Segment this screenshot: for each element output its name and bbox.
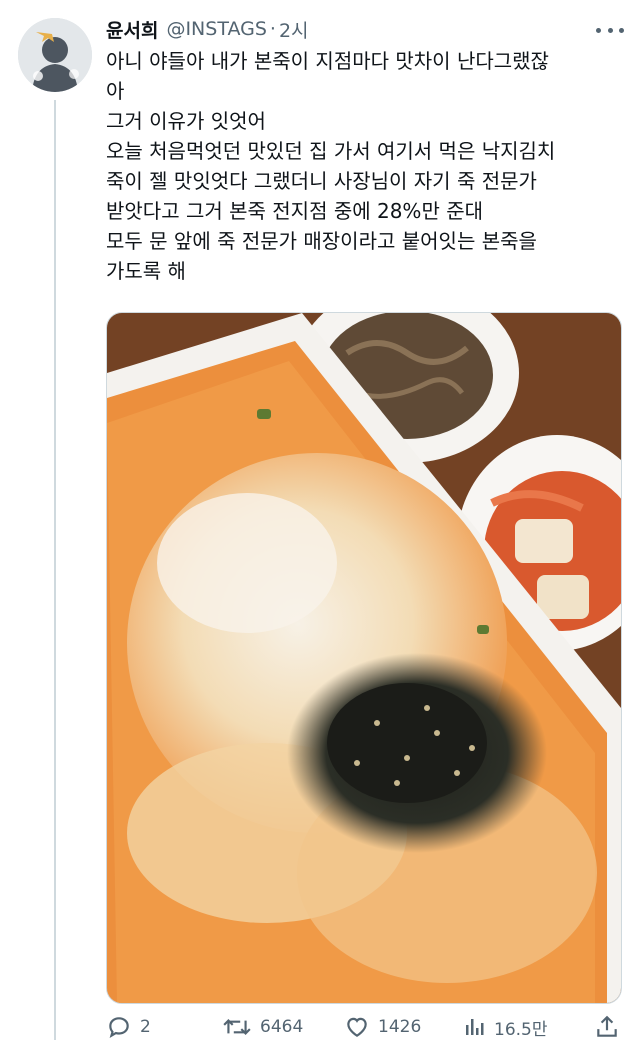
porridge-photo <box>107 313 621 1003</box>
action-bar: 2 6464 1426 16.5만 <box>106 1008 626 1046</box>
tweet-photo[interactable] <box>106 312 622 1004</box>
like-count: 1426 <box>378 1017 422 1037</box>
tweet-text-line: 아니 야들아 내가 본죽이 지점마다 맛차이 난다그랬잖 <box>106 49 549 73</box>
like-button[interactable]: 1426 <box>344 1008 421 1046</box>
retweet-button[interactable]: 6464 <box>222 1008 303 1046</box>
reply-button[interactable]: 2 <box>106 1008 151 1046</box>
tweet-text-line: 그거 이유가 잇엇어 <box>106 109 266 133</box>
views-button[interactable]: 16.5만 <box>462 1008 548 1046</box>
views-count: 16.5만 <box>494 1019 548 1040</box>
share-icon <box>597 1015 617 1037</box>
tweet-text-line: 죽이 젤 맛잇엇다 그랬더니 사장님이 자기 죽 전문가 <box>106 169 537 193</box>
tweet-text-line: 모두 문 앞에 죽 전문가 매장이라고 붙어잇는 본죽을 <box>106 229 537 253</box>
tweet-text-line: 오늘 처음먹엇던 맛있던 집 가서 여기서 먹은 낙지김치 <box>106 139 556 163</box>
separator-dot: · <box>269 18 276 40</box>
reply-count: 2 <box>140 1017 151 1037</box>
avatar[interactable] <box>18 18 92 92</box>
author-name[interactable]: 윤서희 <box>106 16 158 43</box>
thread-line <box>54 100 56 1040</box>
tweet-text: 아니 야들아 내가 본죽이 지점마다 맛차이 난다그랬잖 아 그거 이유가 잇엇… <box>106 46 616 286</box>
tweet: 윤서희 @INSTAGS · 2시 아니 야들아 내가 본죽이 지점마다 맛차이… <box>0 0 640 1053</box>
tweet-text-line: 받앗다고 그거 본죽 전지점 중에 28%만 준대 <box>106 199 483 223</box>
tweet-text-line: 가도록 해 <box>106 259 186 283</box>
avatar-image <box>18 18 92 92</box>
views-icon <box>466 1019 484 1035</box>
reply-icon <box>109 1017 129 1038</box>
retweet-count: 6464 <box>260 1017 304 1037</box>
like-icon <box>347 1017 367 1037</box>
tweet-header: 윤서희 @INSTAGS · 2시 <box>106 14 309 44</box>
tweet-text-line: 아 <box>106 79 125 103</box>
more-icon[interactable] <box>596 20 624 40</box>
retweet-icon <box>223 1019 251 1035</box>
author-handle[interactable]: @INSTAGS <box>166 18 266 40</box>
timestamp[interactable]: 2시 <box>279 16 309 43</box>
share-button[interactable] <box>594 1008 628 1046</box>
